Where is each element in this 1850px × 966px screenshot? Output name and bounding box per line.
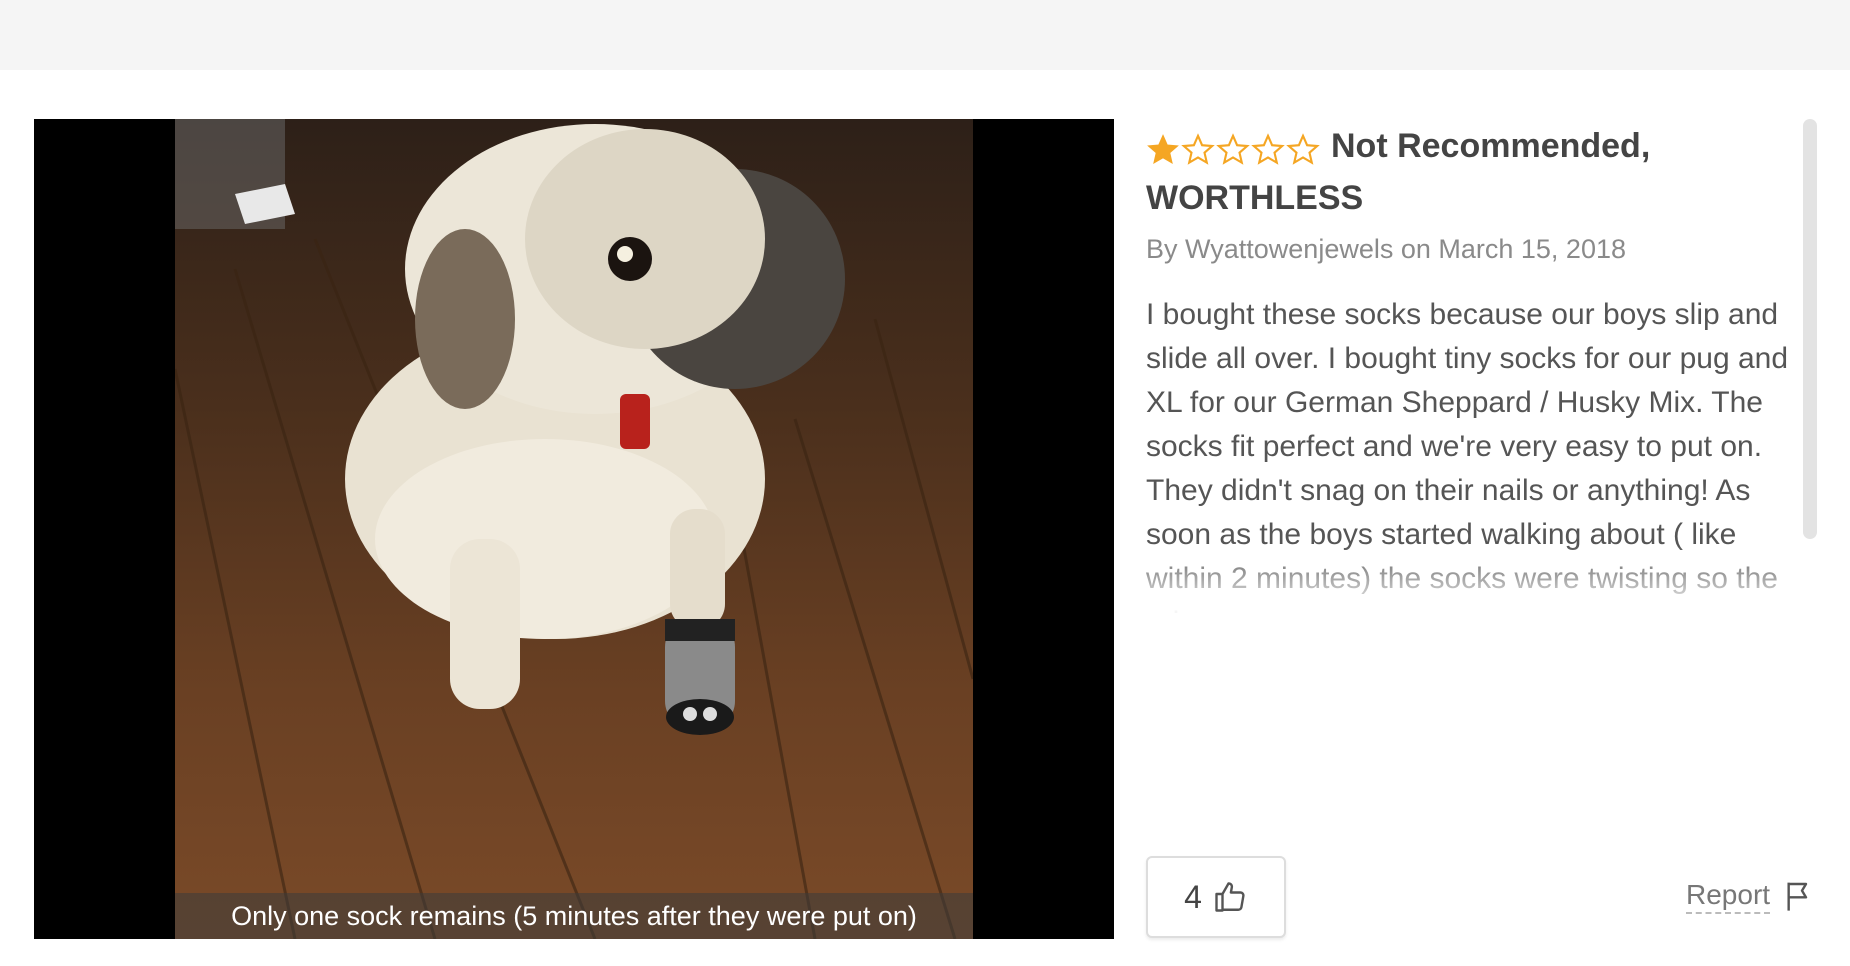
star-empty-icon [1251,133,1285,165]
star-empty-icon [1286,133,1320,165]
thumbs-up-icon [1215,882,1245,912]
helpful-vote-button[interactable]: 4 [1146,856,1286,938]
pug-photo-illustration [175,119,973,939]
star-empty-icon [1181,133,1215,165]
review-photo [175,119,973,939]
flag-icon [1787,882,1808,911]
review-body-container: I bought these socks because our boys sl… [1146,293,1796,616]
star-empty-icon [1216,133,1250,165]
review-photo-viewer[interactable]: Only one sock remains (5 minutes after t… [34,119,1114,939]
review-byline: By Wyattowenjewels on March 15, 2018 [1146,234,1627,265]
review-panel: Not Recommended, WORTHLESS By Wyattowenj… [1146,119,1796,616]
photo-caption: Only one sock remains (5 minutes after t… [175,893,973,939]
review-header: Not Recommended, WORTHLESS [1146,121,1796,223]
helpful-count: 4 [1184,878,1202,915]
review-scrollbar[interactable] [1803,119,1817,539]
star-filled-icon [1147,134,1179,165]
star-rating [1146,123,1321,173]
text-fade-overlay [1146,545,1796,616]
report-label: Report [1686,878,1771,914]
top-bar [0,0,1850,70]
report-link[interactable]: Report [1686,878,1812,914]
